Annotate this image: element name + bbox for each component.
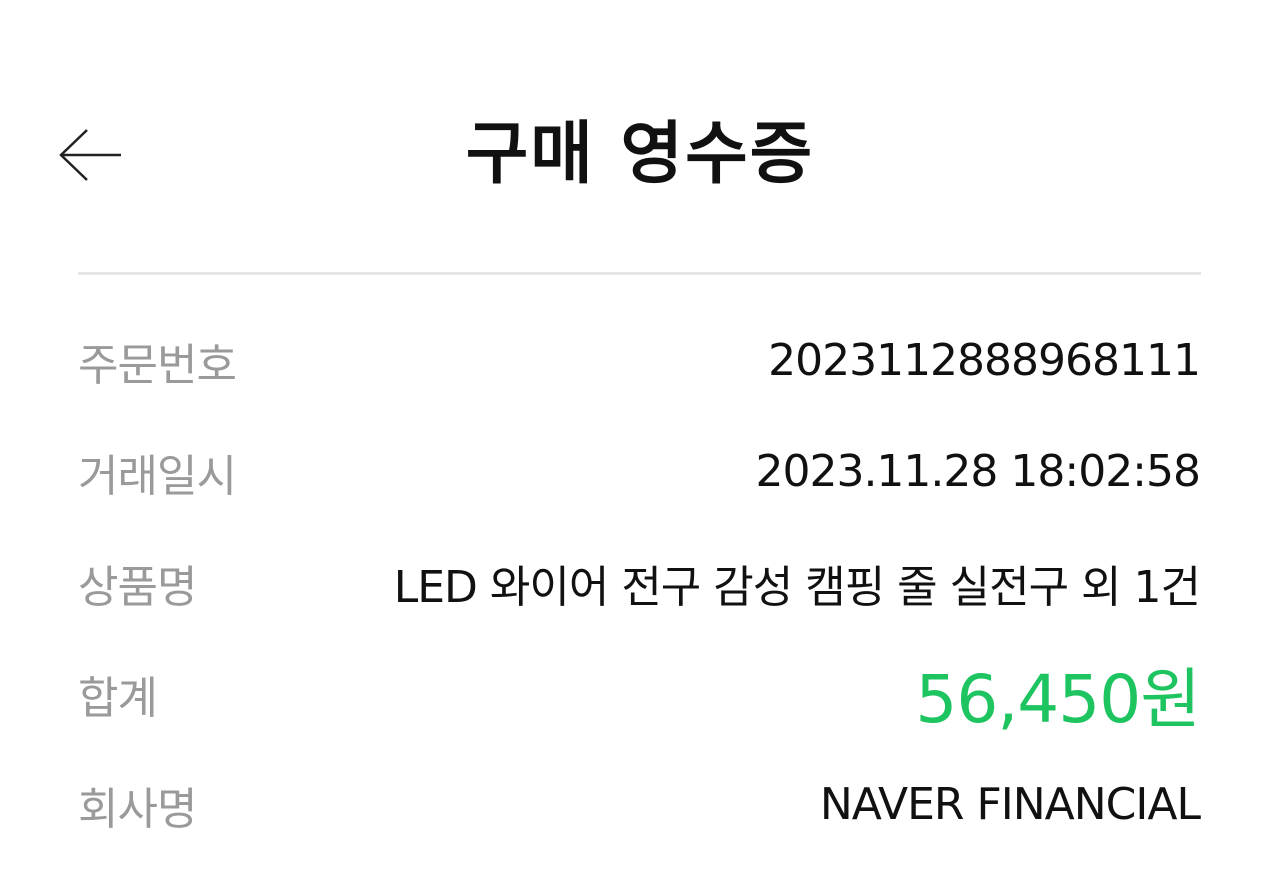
transaction-datetime-label: 거래일시: [78, 450, 237, 502]
receipt-details: 주문번호 2023112888968111 거래일시 2023.11.28 18…: [78, 305, 1201, 860]
company-name-value: NAVER FINANCIAL: [819, 779, 1201, 830]
product-name-label: 상품명: [78, 561, 197, 613]
company-name-label: 회사명: [78, 783, 197, 835]
header: 구매 영수증: [0, 90, 1280, 220]
total-label: 합계: [78, 672, 158, 724]
header-divider: [78, 272, 1201, 275]
order-number-label: 주문번호: [78, 339, 237, 391]
order-number-row: 주문번호 2023112888968111: [78, 305, 1201, 416]
company-name-row: 회사명 NAVER FINANCIAL: [78, 749, 1201, 860]
receipt-screen: 구매 영수증 주문번호 2023112888968111 거래일시 2023.1…: [0, 0, 1280, 871]
transaction-datetime-value: 2023.11.28 18:02:58: [755, 446, 1201, 497]
total-amount-value: 56,450원: [915, 660, 1201, 738]
product-name-row: 상품명 LED 와이어 전구 감성 캠핑 줄 실전구 외 1건: [78, 527, 1201, 638]
product-name-value: LED 와이어 전구 감성 캠핑 줄 실전구 외 1건: [393, 561, 1201, 613]
total-row: 합계 56,450원: [78, 638, 1201, 749]
page-title: 구매 영수증: [465, 115, 815, 194]
transaction-datetime-row: 거래일시 2023.11.28 18:02:58: [78, 416, 1201, 527]
order-number-value: 2023112888968111: [768, 335, 1201, 386]
